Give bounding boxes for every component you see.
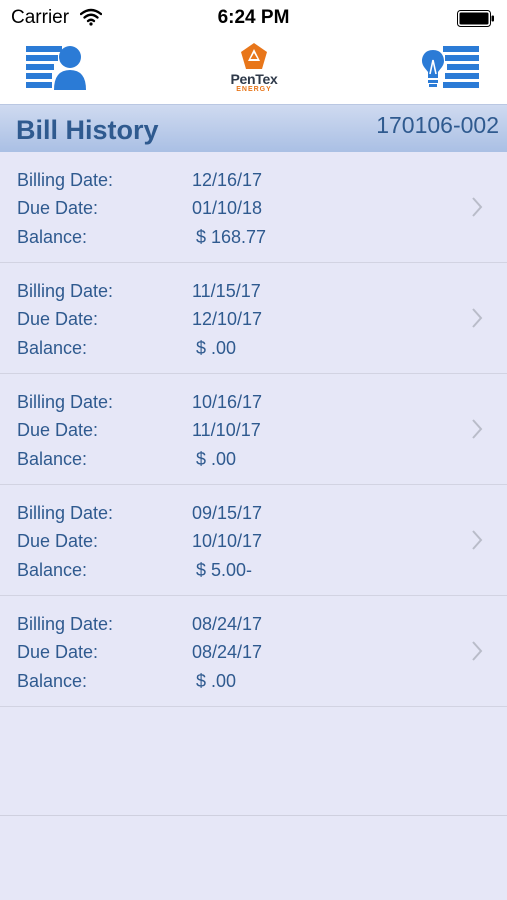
due-date-line: Due Date: 10/10/17 <box>0 531 460 559</box>
due-date-line: Due Date: 12/10/17 <box>0 309 460 337</box>
balance-label: Balance: <box>17 560 88 580</box>
due-date-value: 11/10/17 <box>192 420 261 440</box>
bill-row[interactable]: Billing Date: 11/15/17 Due Date: 12/10/1… <box>0 263 507 374</box>
bill-history-screen: Carrier 6:24 PM PenTex ENERGY Bill Histo… <box>0 0 507 900</box>
chevron-right-icon[interactable] <box>471 307 483 329</box>
billing-date-label: Billing Date: <box>17 614 114 634</box>
balance-line: Balance: $ .00 <box>0 671 460 699</box>
billing-date-label: Billing Date: <box>17 281 114 301</box>
billing-date-value: 10/16/17 <box>192 392 263 412</box>
due-date-label: Due Date: <box>17 309 99 329</box>
due-date-value: 12/10/17 <box>192 309 263 329</box>
due-date-line: Due Date: 11/10/17 <box>0 420 460 448</box>
balance-line: Balance: $ .00 <box>0 338 460 366</box>
chevron-right-icon[interactable] <box>471 196 483 218</box>
page-title: Bill History <box>16 115 159 145</box>
billing-date-value: 08/24/17 <box>192 614 263 634</box>
logo-star-icon <box>241 43 267 69</box>
status-bar: Carrier 6:24 PM <box>0 0 507 36</box>
due-date-value: 10/10/17 <box>192 531 263 551</box>
due-date-line: Due Date: 08/24/17 <box>0 642 460 670</box>
balance-value: $ .00 <box>196 449 237 469</box>
billing-date-label: Billing Date: <box>17 503 114 523</box>
due-date-value: 08/24/17 <box>192 642 263 662</box>
account-number: 170106-002 <box>376 112 499 138</box>
account-icon[interactable] <box>26 44 88 90</box>
chevron-right-icon[interactable] <box>471 640 483 662</box>
billing-date-line: Billing Date: 12/16/17 <box>0 170 460 198</box>
chevron-right-icon[interactable] <box>471 418 483 440</box>
billing-date-line: Billing Date: 08/24/17 <box>0 614 460 642</box>
balance-line: Balance: $ .00 <box>0 449 460 477</box>
menu-icon[interactable] <box>421 44 479 90</box>
chevron-right-icon[interactable] <box>471 529 483 551</box>
due-date-label: Due Date: <box>17 198 99 218</box>
due-date-label: Due Date: <box>17 420 99 440</box>
balance-line: Balance: $ 168.77 <box>0 227 460 255</box>
nav-bar: PenTex ENERGY <box>0 36 507 104</box>
logo-name: PenTex <box>230 71 278 87</box>
balance-label: Balance: <box>17 227 88 247</box>
clock-time: 6:24 PM <box>217 7 290 28</box>
bill-row[interactable]: Billing Date: 12/16/17 Due Date: 01/10/1… <box>0 152 507 263</box>
balance-label: Balance: <box>17 449 88 469</box>
billing-date-line: Billing Date: 09/15/17 <box>0 503 460 531</box>
billing-date-value: 11/15/17 <box>192 281 261 301</box>
bill-list: Billing Date: 12/16/17 Due Date: 01/10/1… <box>0 152 507 707</box>
balance-value: $ 168.77 <box>196 227 267 247</box>
due-date-label: Due Date: <box>17 531 99 551</box>
due-date-line: Due Date: 01/10/18 <box>0 198 460 226</box>
battery-icon <box>457 10 494 27</box>
billing-date-line: Billing Date: 11/15/17 <box>0 281 460 309</box>
billing-date-line: Billing Date: 10/16/17 <box>0 392 460 420</box>
due-date-value: 01/10/18 <box>192 198 263 218</box>
billing-date-label: Billing Date: <box>17 392 114 412</box>
logo-subtitle: ENERGY <box>236 86 272 93</box>
balance-label: Balance: <box>17 338 88 358</box>
balance-value: $ .00 <box>196 338 237 358</box>
balance-label: Balance: <box>17 671 88 691</box>
bill-row[interactable]: Billing Date: 09/15/17 Due Date: 10/10/1… <box>0 485 507 596</box>
bill-history-header: Bill History 170106-002 <box>0 104 507 153</box>
billing-date-label: Billing Date: <box>17 170 114 190</box>
list-divider <box>0 815 507 816</box>
balance-value: $ 5.00- <box>196 560 253 580</box>
billing-date-value: 09/15/17 <box>192 503 263 523</box>
billing-date-value: 12/16/17 <box>192 170 263 190</box>
bill-row[interactable]: Billing Date: 08/24/17 Due Date: 08/24/1… <box>0 596 507 707</box>
balance-value: $ .00 <box>196 671 237 691</box>
pentex-logo: PenTex ENERGY <box>218 42 290 98</box>
due-date-label: Due Date: <box>17 642 99 662</box>
balance-line: Balance: $ 5.00- <box>0 560 460 588</box>
bill-row[interactable]: Billing Date: 10/16/17 Due Date: 11/10/1… <box>0 374 507 485</box>
